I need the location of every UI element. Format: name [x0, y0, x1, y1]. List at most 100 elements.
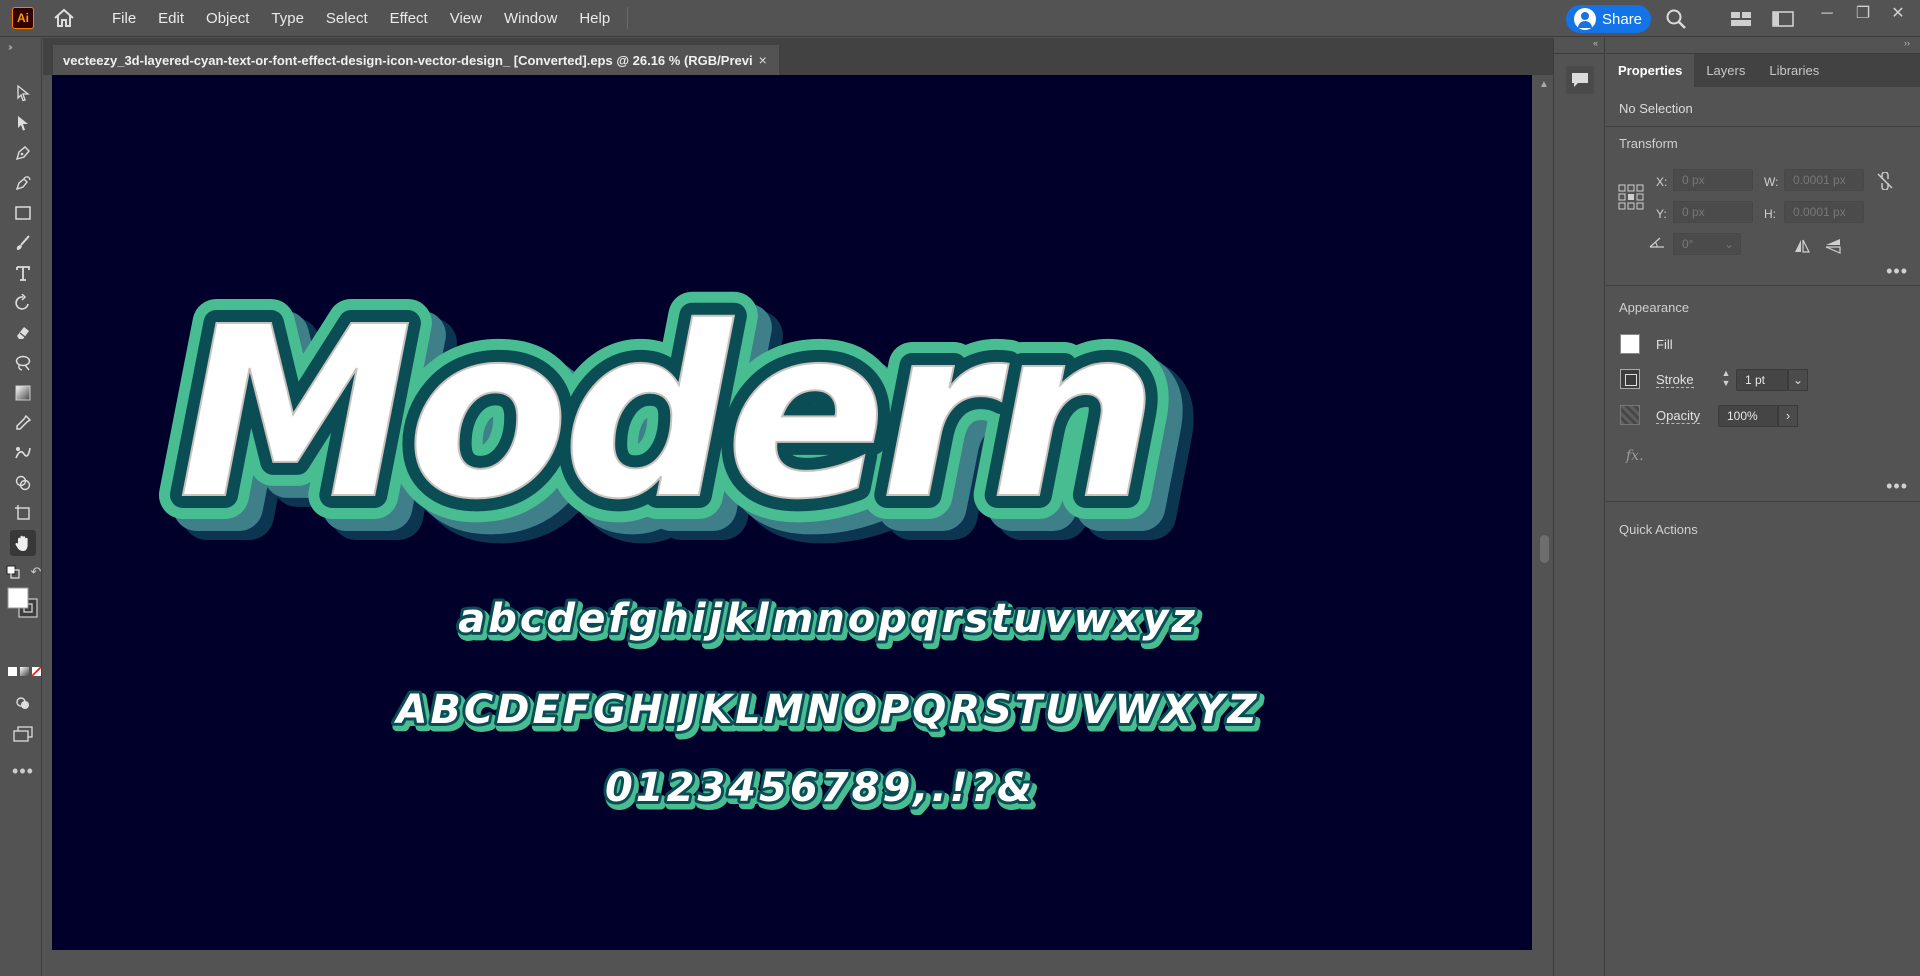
menu-edit[interactable]: Edit	[147, 0, 195, 37]
direct-selection-tool-icon[interactable]	[10, 110, 36, 136]
type-tool-icon[interactable]	[10, 260, 36, 286]
artboard-tool-icon[interactable]	[10, 500, 36, 526]
tab-properties[interactable]: Properties	[1606, 54, 1695, 87]
selection-tool-icon[interactable]	[10, 80, 36, 106]
menu-bar: Ai File Edit Object Type Select Effect V…	[0, 0, 1920, 37]
lowercase-letters: abcdefghijklmnopqrstuvwxyz	[458, 596, 1198, 642]
scroll-thumb[interactable]	[1540, 535, 1549, 563]
w-label: W:	[1764, 175, 1779, 189]
effects-fx-icon[interactable]: fx.	[1626, 448, 1644, 464]
reference-point-icon[interactable]	[1618, 184, 1644, 210]
eraser-tool-icon[interactable]	[10, 320, 36, 346]
headline-text: Modern	[178, 276, 1152, 551]
minimize-icon[interactable]: ─	[1813, 4, 1841, 24]
document-tab[interactable]: vecteezy_3d-layered-cyan-text-or-font-ef…	[53, 45, 779, 75]
menu-select[interactable]: Select	[315, 0, 379, 37]
tab-libraries[interactable]: Libraries	[1757, 54, 1831, 87]
transform-more-options-icon[interactable]: •••	[1886, 261, 1908, 282]
menu-window[interactable]: Window	[493, 0, 568, 37]
opacity-swatch	[1620, 405, 1640, 425]
selection-status: No Selection	[1619, 101, 1693, 116]
edit-toolbar-more-icon[interactable]: •••	[10, 758, 36, 784]
fill-label: Fill	[1656, 337, 1673, 352]
restore-icon[interactable]: ❐	[1849, 4, 1877, 24]
rotate-angle-field[interactable]: 0° ⌄	[1673, 233, 1741, 255]
paintbrush-tool-icon[interactable]	[10, 230, 36, 256]
opacity-expand-icon[interactable]: ›	[1778, 405, 1798, 427]
collapse-toolbar-icon[interactable]: ››	[8, 42, 12, 53]
menu-effect[interactable]: Effect	[379, 0, 439, 37]
rotate-angle-icon	[1648, 235, 1666, 249]
appearance-title: Appearance	[1619, 300, 1690, 315]
numerals-letters: 0123456789,.!?&	[605, 765, 1035, 811]
close-window-icon[interactable]: ✕	[1884, 4, 1912, 24]
collapse-panel-icon[interactable]: ››	[1606, 38, 1920, 54]
share-button[interactable]: Share	[1566, 5, 1651, 33]
screen-mode-icon[interactable]	[10, 721, 36, 747]
divider	[1606, 285, 1920, 286]
document-title: vecteezy_3d-layered-cyan-text-or-font-ef…	[63, 52, 753, 68]
shape-builder-tool-icon[interactable]	[10, 470, 36, 496]
lasso-tool-icon[interactable]	[10, 350, 36, 376]
menu-view[interactable]: View	[439, 0, 493, 37]
transform-title: Transform	[1619, 136, 1678, 151]
h-label: H:	[1764, 207, 1776, 221]
artwork: Modern Modern Modern Modern Modern abcde…	[154, 252, 1264, 820]
hand-tool-icon[interactable]	[10, 530, 36, 556]
swap-fill-stroke-icon[interactable]: ↶	[28, 563, 44, 581]
h-field[interactable]: 0.0001 px	[1784, 201, 1864, 223]
share-label: Share	[1602, 10, 1643, 28]
collapse-dock-icon[interactable]: «	[1554, 38, 1604, 54]
vertical-scrollbar[interactable]: ▲	[1535, 75, 1553, 976]
search-icon[interactable]	[1664, 7, 1688, 31]
stroke-weight-field[interactable]: 1 pt	[1736, 369, 1788, 391]
rectangle-tool-icon[interactable]	[10, 200, 36, 226]
menu-file[interactable]: File	[101, 0, 147, 37]
canvas-area[interactable]: Modern Modern Modern Modern Modern abcde…	[43, 75, 1553, 976]
stroke-stepper-icon[interactable]: ▲ ▼	[1719, 368, 1733, 392]
scroll-up-icon[interactable]: ▲	[1539, 79, 1549, 90]
w-field[interactable]: 0.0001 px	[1784, 169, 1864, 191]
curvature-tool-icon[interactable]	[10, 170, 36, 196]
angle-dropdown-icon[interactable]: ⌄	[1724, 234, 1734, 254]
rotate-tool-icon[interactable]	[10, 290, 36, 316]
constrain-proportions-icon[interactable]	[1876, 171, 1894, 191]
draw-mode-icon[interactable]	[10, 690, 36, 716]
pen-tool-icon[interactable]	[10, 140, 36, 166]
share-user-icon	[1574, 8, 1596, 30]
stroke-label[interactable]: Stroke	[1656, 372, 1694, 388]
artboard[interactable]: Modern Modern Modern Modern Modern abcde…	[52, 75, 1532, 950]
uppercase-letters: ABCDEFGHIJKLMNOPQRSTUVWXYZ	[393, 687, 1259, 733]
opacity-field[interactable]: 100%	[1718, 405, 1778, 427]
panel-tabs: Properties Layers Libraries	[1606, 54, 1920, 87]
main-menu: File Edit Object Type Select Effect View…	[101, 0, 621, 37]
menu-object[interactable]: Object	[195, 0, 260, 37]
opacity-label[interactable]: Opacity	[1656, 408, 1701, 424]
appearance-more-options-icon[interactable]: •••	[1886, 476, 1908, 497]
menu-type[interactable]: Type	[260, 0, 315, 37]
close-document-icon[interactable]: ×	[759, 52, 767, 68]
quick-actions-title: Quick Actions	[1619, 522, 1698, 537]
flip-vertical-icon[interactable]	[1824, 238, 1842, 254]
menu-help[interactable]: Help	[568, 0, 621, 37]
stroke-weight-dropdown-icon[interactable]: ⌄	[1788, 369, 1808, 391]
x-label: X:	[1656, 175, 1668, 189]
y-field[interactable]: 0 px	[1673, 201, 1753, 223]
eyedropper-tool-icon[interactable]	[10, 410, 36, 436]
divider	[1606, 501, 1920, 502]
workspace-switcher-icon[interactable]	[1771, 7, 1795, 31]
default-fill-stroke-icon[interactable]	[4, 563, 22, 581]
blend-tool-icon[interactable]	[10, 440, 36, 466]
tab-layers[interactable]: Layers	[1694, 54, 1757, 87]
y-label: Y:	[1656, 207, 1667, 221]
home-icon[interactable]	[51, 5, 77, 31]
flip-horizontal-icon[interactable]	[1793, 238, 1811, 254]
comments-icon[interactable]	[1566, 66, 1594, 94]
stroke-swatch[interactable]	[1620, 369, 1640, 389]
fill-stroke-swatch[interactable]	[6, 586, 40, 620]
gradient-tool-icon[interactable]	[10, 380, 36, 406]
color-mode-icons[interactable]	[6, 665, 42, 679]
arrange-documents-icon[interactable]	[1729, 7, 1753, 31]
x-field[interactable]: 0 px	[1673, 169, 1753, 191]
fill-swatch[interactable]	[1620, 334, 1640, 354]
